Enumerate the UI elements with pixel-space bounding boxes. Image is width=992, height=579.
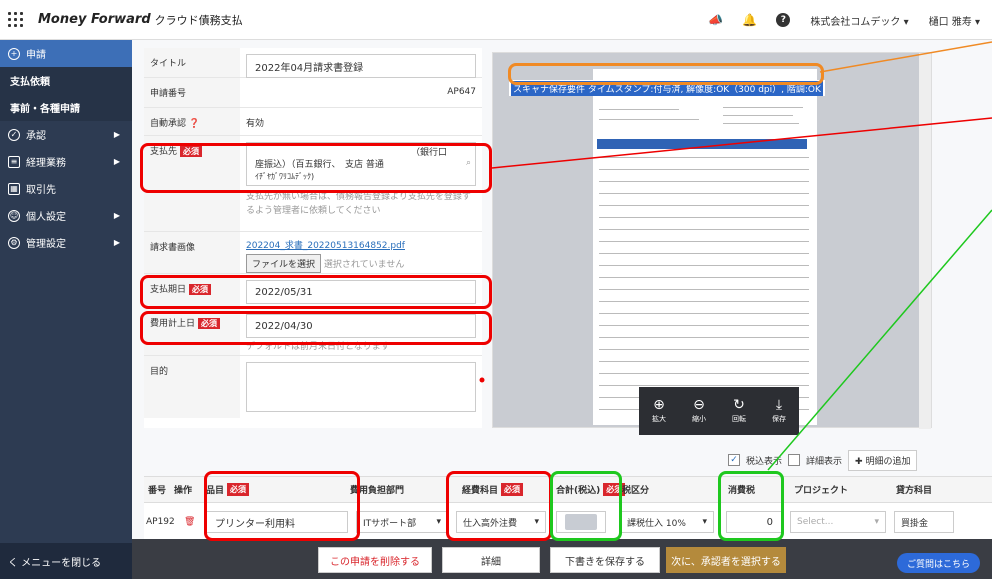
sidebar-item-pre-request[interactable]: 事前・各種申請 — [0, 94, 132, 121]
account-select[interactable]: 仕入高外注費 ▾ — [456, 511, 546, 533]
table-header: 番号 操作 品目 必須 費用負担部門 経費科目 必須 合計(税込) 必須 税区分 消費… — [144, 477, 992, 503]
delete-request-button[interactable]: この申請を削除する — [318, 547, 432, 573]
preview-scrollbar[interactable] — [919, 53, 931, 429]
expense-date-input[interactable]: 2022/04/30 — [246, 314, 476, 338]
zoom-out-icon: ⊖ — [693, 397, 705, 413]
invoice-preview[interactable]: スキャナ保存要件 タイムスタンプ:付与済, 解像度:OK（300 dpi）, 階… — [492, 52, 932, 435]
gear-icon: ⚙ — [8, 236, 20, 249]
top-bar: Money Forward クラウド債務支払 📣 🔔 ? 株式会社コムデック ▾… — [0, 0, 992, 40]
sidebar-item-admin[interactable]: ⚙ 管理設定 ▶ — [0, 229, 132, 256]
dept-select[interactable]: ITサポート部 ▾ — [356, 511, 448, 533]
chevron-right-icon: ▶ — [113, 238, 120, 247]
chevron-right-icon: ▶ — [113, 157, 120, 166]
sidebar-item-personal[interactable]: ☺ 個人設定 ▶ — [0, 202, 132, 229]
plus-circle-icon: + — [8, 47, 20, 60]
request-form: タイトル 2022年04月請求書登録 申請番号 AP647 自動承認 ❓ 有効 … — [144, 48, 482, 428]
sidebar: + 申請 支払依頼 事前・各種申請 ✓ 承認 ▶ ≡ 経理業務 ▶ ▦ 取引先 ☺ … — [0, 40, 132, 579]
person-icon: ☺ — [8, 209, 20, 222]
table-row: AP192 🗑 プリンター利用料 ITサポート部 ▾ 仕入高外注費 ▾ 課税仕入 1… — [144, 503, 992, 541]
zoom-in-button[interactable]: ⊕ 拡大 — [652, 398, 666, 424]
detail-button[interactable]: 詳細 — [442, 547, 540, 573]
due-date-label: 支払期日 必須 — [144, 274, 240, 307]
footer-bar: この申請を削除する 詳細 下書きを保存する 次に、承認者を選択する ご質問はこち… — [132, 539, 992, 579]
file-select-button[interactable]: ファイルを選択 — [246, 254, 322, 273]
tax-input[interactable]: 0 — [726, 511, 782, 533]
project-select[interactable]: Select... ▾ — [790, 511, 886, 533]
main-content: タイトル 2022年04月請求書登録 申請番号 AP647 自動承認 ❓ 有効 … — [132, 40, 992, 579]
number-label: 申請番号 — [144, 78, 240, 107]
check-circle-icon: ✓ — [8, 128, 20, 141]
tax-included-checkbox[interactable]: ✓ — [728, 454, 740, 466]
building-icon: ▦ — [8, 182, 20, 195]
chevron-right-icon: ▶ — [113, 211, 120, 220]
bell-icon[interactable]: 🔔 — [742, 13, 757, 27]
brand[interactable]: Money Forward クラウド債務支払 — [38, 12, 243, 28]
payee-select[interactable]: （銀行口 座振込）（百五銀行、 支店 普通 ｲﾁﾞﾔｶﾞﾜﾘｺﾑﾃﾞｯｸ) ⌕ — [246, 142, 476, 186]
line-items-table: 番号 操作 品目 必須 費用負担部門 経費科目 必須 合計(税込) 必須 税区分 消費… — [144, 476, 992, 540]
help-chat-button[interactable]: ご質問はこちら — [896, 553, 980, 573]
invoice-label: 請求書画像 — [144, 232, 240, 273]
company-menu[interactable]: 株式会社コムデック ▾ — [810, 13, 908, 28]
table-controls: ✓ 税込表示 詳細表示 ✚ 明細の追加 — [728, 449, 918, 471]
purpose-label: 目的 — [144, 356, 240, 418]
help-icon[interactable]: ? — [776, 13, 791, 27]
invoice-document — [593, 69, 817, 425]
payee-label: 支払先 必須 — [144, 136, 240, 231]
brand-logo: Money Forward — [38, 12, 151, 27]
add-detail-button[interactable]: ✚ 明細の追加 — [848, 449, 918, 471]
select-approver-button[interactable]: 次に、承認者を選択する — [666, 547, 786, 573]
payee-hint: 支払先が無い場合は、債務報告登録より支払先を登録するよう管理者に依頼してください — [246, 192, 471, 216]
help-icon: ❓ — [188, 119, 201, 129]
sidebar-item-pay-request[interactable]: 支払依頼 — [0, 67, 132, 94]
app-grid-icon[interactable] — [8, 11, 24, 28]
required-badge: 必須 — [180, 146, 203, 157]
chevron-right-icon: ▶ — [113, 130, 120, 139]
close-menu-button[interactable]: く メニューを閉じる — [0, 543, 132, 579]
detail-view-checkbox[interactable] — [788, 454, 801, 466]
search-icon: ⌕ — [465, 158, 471, 168]
sidebar-item-approval[interactable]: ✓ 承認 ▶ — [0, 121, 132, 148]
auto-approve-label: 自動承認 ❓ — [144, 108, 240, 135]
zoom-in-icon: ⊕ — [653, 397, 665, 413]
user-menu[interactable]: 樋口 雅寿 ▾ — [929, 13, 980, 28]
title-input[interactable]: 2022年04月請求書登録 — [246, 54, 476, 78]
sidebar-item-apply[interactable]: + 申請 — [0, 40, 132, 67]
number-value: AP647 — [447, 87, 476, 97]
preview-toolbar: ⊕ 拡大 ⊖ 縮小 ↻ 回転 ⤓ 保存 — [639, 387, 799, 435]
expense-date-label: 費用計上日 必須 — [144, 308, 240, 355]
item-input[interactable]: プリンター利用料 — [206, 511, 348, 533]
purpose-textarea[interactable] — [246, 362, 476, 412]
tax-class-select[interactable]: 課税仕入 10% ▾ — [620, 511, 714, 533]
sidebar-item-vendors[interactable]: ▦ 取引先 — [0, 175, 132, 202]
scan-requirement-banner: スキャナ保存要件 タイムスタンプ:付与済, 解像度:OK（300 dpi）, 階… — [509, 80, 825, 96]
document-icon: ≡ — [8, 155, 20, 168]
download-button[interactable]: ⤓ 保存 — [772, 398, 786, 424]
credit-select[interactable]: 買掛金 — [894, 511, 954, 533]
rotate-button[interactable]: ↻ 回転 — [732, 398, 746, 424]
total-input[interactable] — [556, 511, 606, 533]
save-draft-button[interactable]: 下書きを保存する — [550, 547, 660, 573]
trash-icon[interactable]: 🗑 — [184, 517, 195, 527]
sidebar-item-accounting[interactable]: ≡ 経理業務 ▶ — [0, 148, 132, 175]
zoom-out-button[interactable]: ⊖ 縮小 — [692, 398, 706, 424]
invoice-file-link[interactable]: 202204_求書_20220513164852.pdf — [246, 238, 476, 251]
auto-approve-value: 有効 — [246, 119, 265, 129]
product-name: クラウド債務支払 — [154, 13, 243, 27]
title-label: タイトル — [144, 48, 240, 77]
due-date-input[interactable]: 2022/05/31 — [246, 280, 476, 304]
megaphone-icon[interactable]: 📣 — [708, 13, 723, 27]
download-icon: ⤓ — [775, 397, 783, 413]
expense-hint: デフォルトは前月末日付となります — [246, 342, 390, 352]
rotate-icon: ↻ — [733, 397, 745, 413]
